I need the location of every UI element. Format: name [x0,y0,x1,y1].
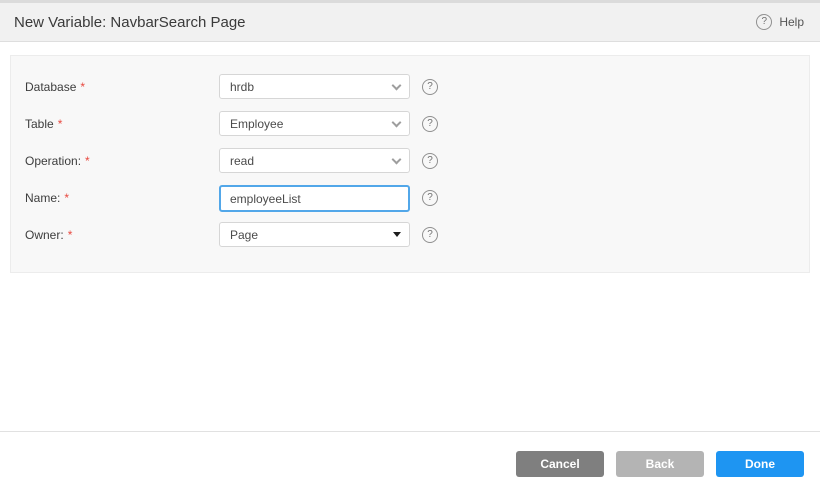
operation-help-button[interactable]: ? [422,153,438,169]
database-dropdown[interactable]: hrdb [219,74,410,99]
question-circle-icon: ? [422,116,438,132]
question-circle-icon: ? [422,79,438,95]
owner-help-button[interactable]: ? [422,227,438,243]
question-circle-icon: ? [422,190,438,206]
form-panel: Database * hrdb ? Table * Employee ? Opera… [10,55,810,273]
form-row-database: Database * hrdb ? [11,68,809,105]
name-help-button[interactable]: ? [422,190,438,206]
required-marker: * [64,191,69,205]
operation-label: Operation: [25,154,81,168]
table-value: Employee [230,117,283,131]
required-marker: * [85,154,90,168]
database-help-button[interactable]: ? [422,79,438,95]
required-marker: * [68,228,73,242]
form-row-table: Table * Employee ? [11,105,809,142]
owner-label: Owner: [25,228,64,242]
operation-value: read [230,154,254,168]
dialog-header: New Variable: NavbarSearch Page ? Help [0,0,820,42]
name-label: Name: [25,191,60,205]
field-label: Database * [25,80,219,94]
field-label: Table * [25,117,219,131]
footer-actions: Cancel Back Done [516,451,804,477]
question-circle-icon: ? [422,153,438,169]
database-label: Database [25,80,76,94]
field-label: Name: * [25,191,219,205]
help-link[interactable]: ? Help [756,14,804,30]
form-row-name: Name: * ? [11,179,809,216]
table-help-button[interactable]: ? [422,116,438,132]
question-circle-icon: ? [422,227,438,243]
done-button[interactable]: Done [716,451,804,477]
form-row-owner: Owner: * Page ? [11,216,809,253]
operation-dropdown[interactable]: read [219,148,410,173]
cancel-button[interactable]: Cancel [516,451,604,477]
required-marker: * [80,80,85,94]
form-row-operation: Operation: * read ? [11,142,809,179]
table-label: Table [25,117,54,131]
back-button[interactable]: Back [616,451,704,477]
owner-value: Page [230,228,258,242]
required-marker: * [58,117,63,131]
page-title: New Variable: NavbarSearch Page [14,14,246,31]
footer-divider [0,431,820,432]
database-value: hrdb [230,80,254,94]
name-input[interactable] [219,185,410,212]
owner-select[interactable]: Page [219,222,410,247]
table-dropdown[interactable]: Employee [219,111,410,136]
field-label: Owner: * [25,228,219,242]
help-label: Help [779,15,804,29]
question-circle-icon: ? [756,14,772,30]
field-label: Operation: * [25,154,219,168]
